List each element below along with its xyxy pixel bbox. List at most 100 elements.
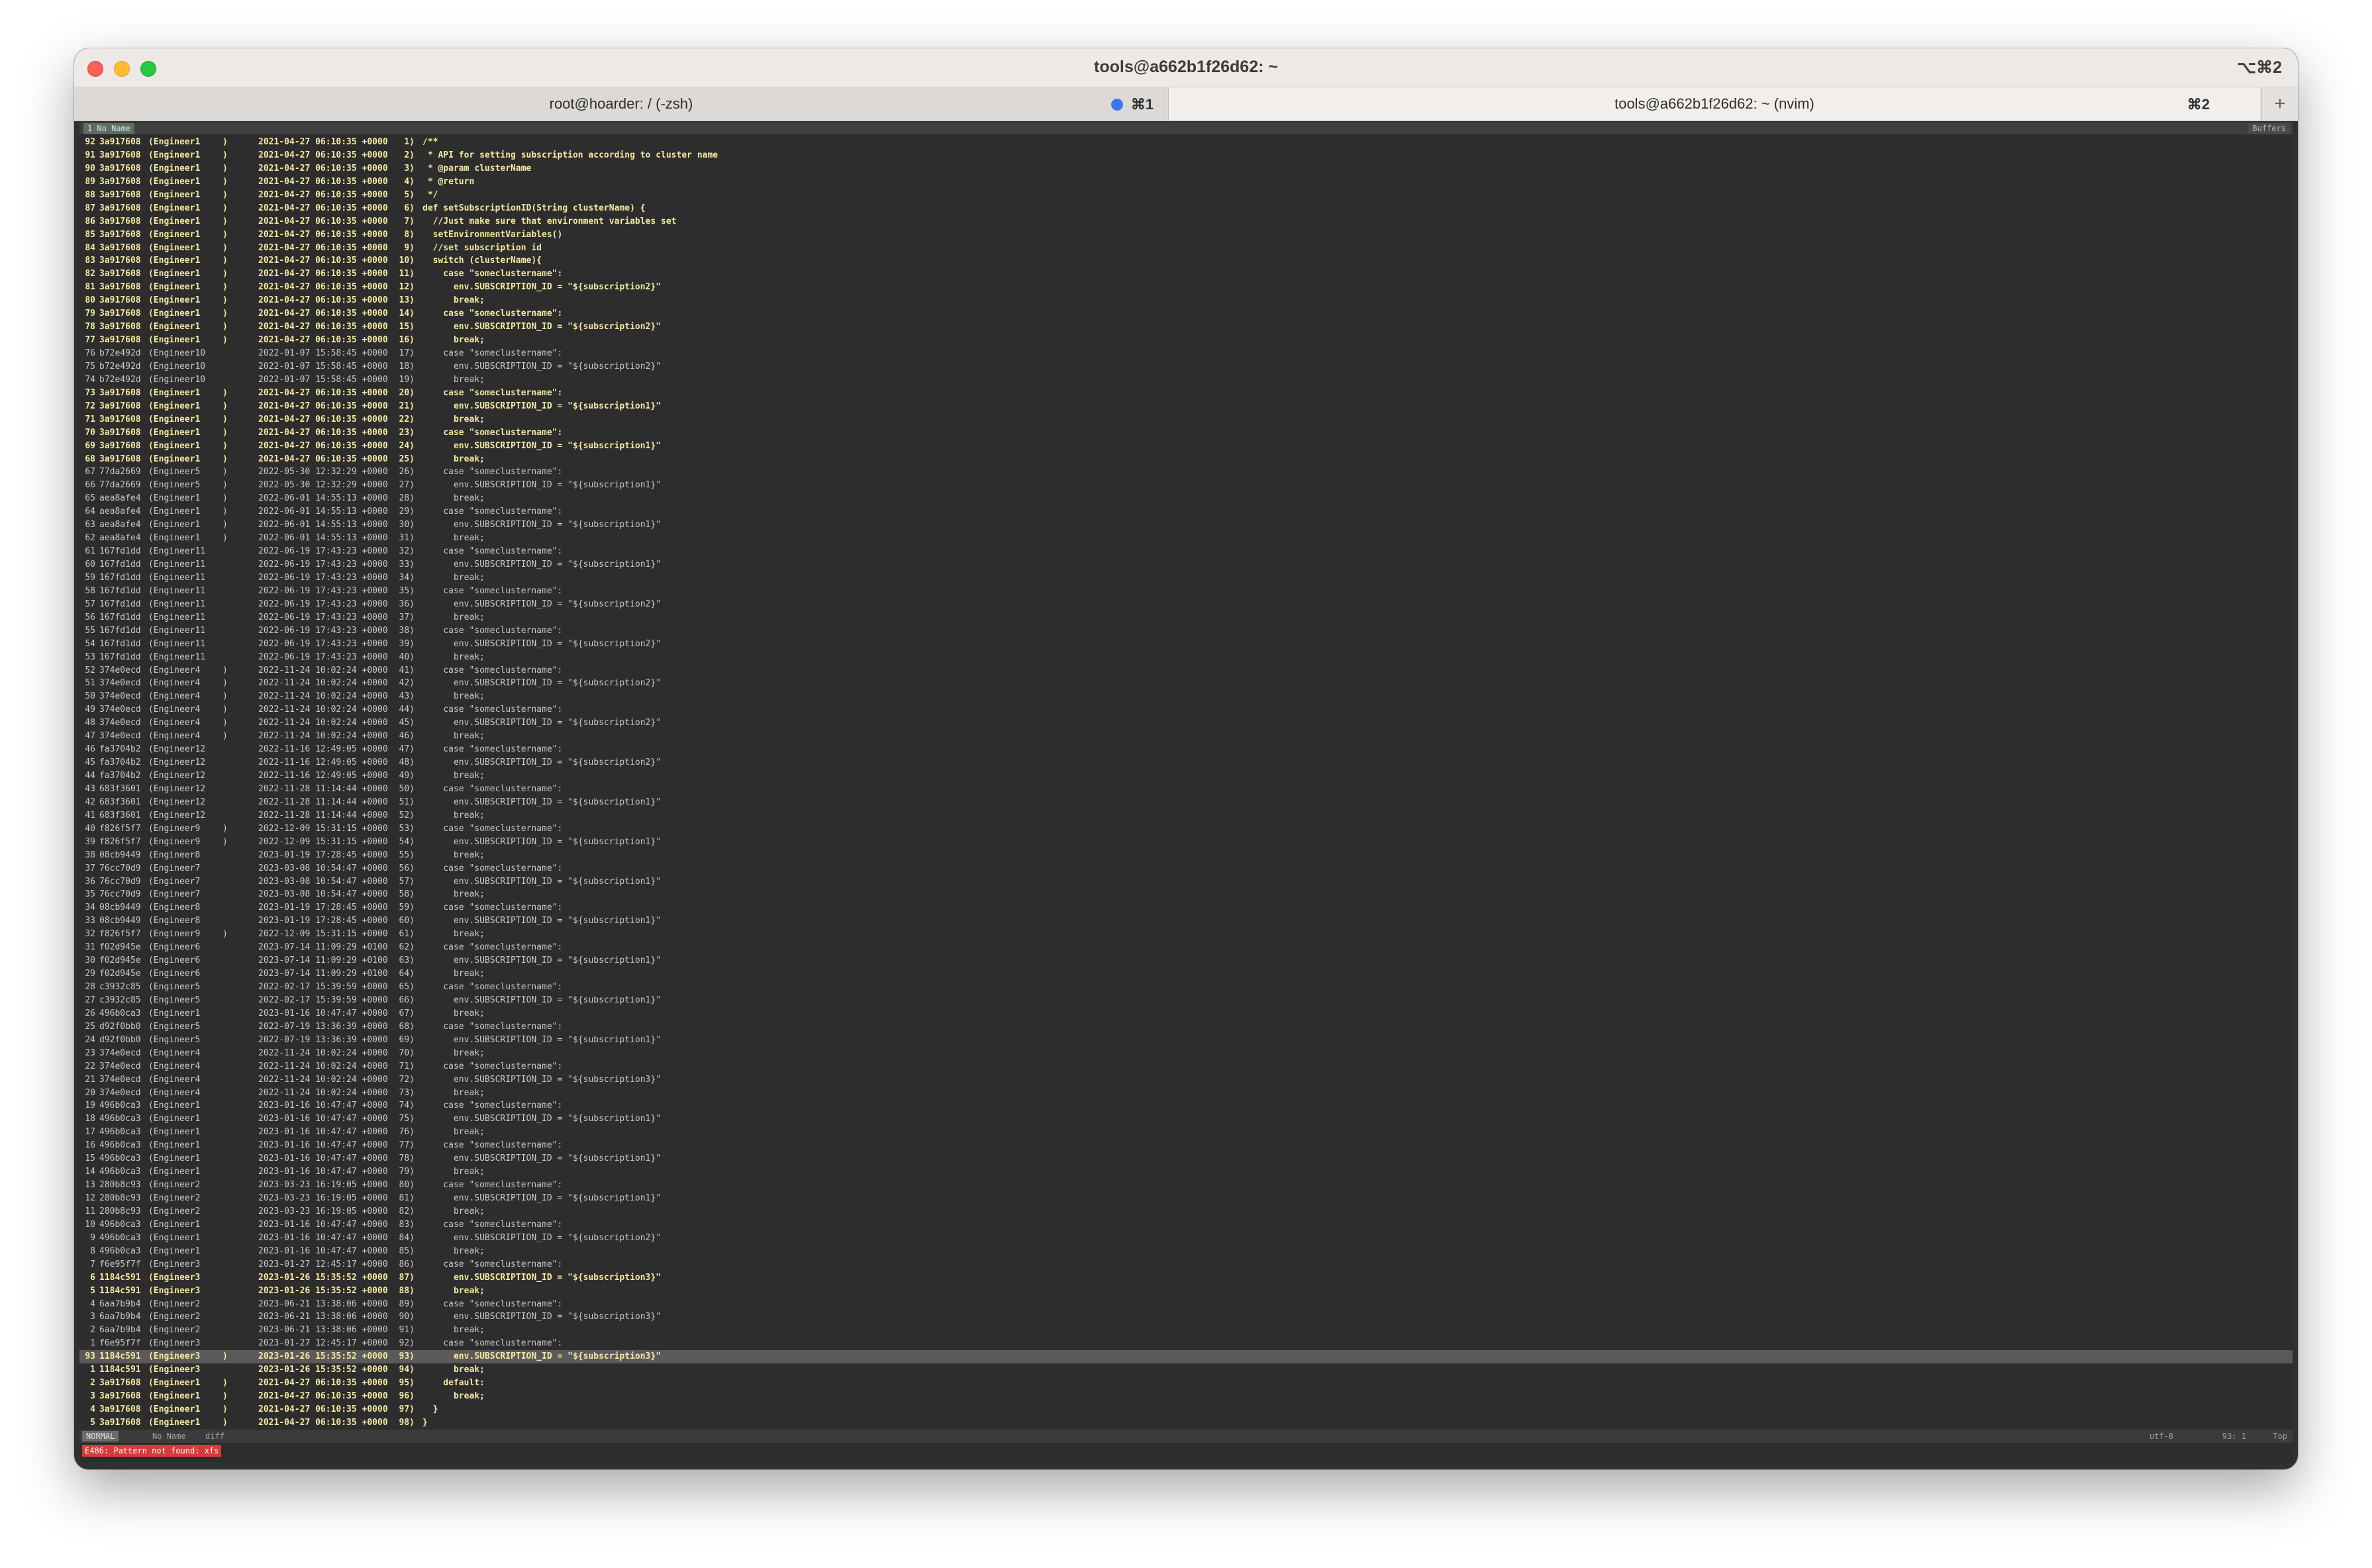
blame-line[interactable]: 55 167fd1dd (Engineer11 2022-06-19 17:43:23…	[79, 624, 2293, 638]
tab-nvim[interactable]: tools@a662b1f26d62: ~ (nvim) ⌘2	[1169, 87, 2260, 121]
blame-line[interactable]: 44 fa3704b2 (Engineer12 2022-11-16 12:49:05…	[79, 769, 2293, 783]
blame-line[interactable]: 6 1184c591 (Engineer3 2023-01-26 15:35:52 +…	[79, 1271, 2293, 1285]
vim-command-line[interactable]: E486: Pattern not found: xfs	[79, 1444, 2293, 1457]
blame-line[interactable]: 54 167fd1dd (Engineer11 2022-06-19 17:43:23…	[79, 638, 2293, 651]
blame-line[interactable]: 61 167fd1dd (Engineer11 2022-06-19 17:43:23…	[79, 545, 2293, 558]
blame-line[interactable]: 72 3a917608 (Engineer1) 2021-04-27 06:10:35…	[79, 400, 2293, 413]
blame-line[interactable]: 92 3a917608 (Engineer1) 2021-04-27 06:10:35…	[79, 136, 2293, 149]
blame-line[interactable]: 25 d92f0bb0 (Engineer5 2022-07-19 13:36:39 …	[79, 1020, 2293, 1034]
terminal-content[interactable]: 1 No Name Buffers 92 3a917608 (Engineer1) 2…	[79, 122, 2293, 1463]
blame-line[interactable]: 1 f6e95f7f (Engineer3 2023-01-27 12:45:17 +…	[79, 1337, 2293, 1350]
blame-line[interactable]: 69 3a917608 (Engineer1) 2021-04-27 06:10:35…	[79, 440, 2293, 453]
blame-line[interactable]: 30 f02d945e (Engineer6 2023-07-14 11:09:29 …	[79, 954, 2293, 967]
blame-line[interactable]: 75 b72e492d (Engineer10 2022-01-07 15:58:45…	[79, 360, 2293, 373]
blame-line[interactable]: 18 496b0ca3 (Engineer1 2023-01-16 10:47:47 …	[79, 1112, 2293, 1126]
blame-line[interactable]: 81 3a917608 (Engineer1) 2021-04-27 06:10:35…	[79, 281, 2293, 294]
blame-line[interactable]: 64 aea8afe4 (Engineer1) 2022-06-01 14:55:13…	[79, 505, 2293, 518]
blame-line[interactable]: 83 3a917608 (Engineer1) 2021-04-27 06:10:35…	[79, 254, 2293, 268]
blame-line[interactable]: 59 167fd1dd (Engineer11 2022-06-19 17:43:23…	[79, 571, 2293, 585]
blame-line[interactable]: 89 3a917608 (Engineer1) 2021-04-27 06:10:35…	[79, 175, 2293, 189]
blame-line[interactable]: 60 167fd1dd (Engineer11 2022-06-19 17:43:23…	[79, 558, 2293, 571]
blame-line-current[interactable]: 93 1184c591 (Engineer3) 2023-01-26 15:35:52…	[79, 1350, 2293, 1364]
blame-line[interactable]: 52 374e0ecd (Engineer4) 2022-11-24 10:02:24…	[79, 664, 2293, 677]
blame-line[interactable]: 4 3a917608 (Engineer1) 2021-04-27 06:10:35 …	[79, 1403, 2293, 1416]
blame-line[interactable]: 15 496b0ca3 (Engineer1 2023-01-16 10:47:47 …	[79, 1152, 2293, 1165]
blame-line[interactable]: 9 496b0ca3 (Engineer1 2023-01-16 10:47:47 +…	[79, 1232, 2293, 1245]
blame-line[interactable]: 35 76cc70d9 (Engineer7 2023-03-08 10:54:47 …	[79, 888, 2293, 901]
blame-line[interactable]: 13 280b8c93 (Engineer2 2023-03-23 16:19:05 …	[79, 1179, 2293, 1192]
blame-line[interactable]: 7 f6e95f7f (Engineer3 2023-01-27 12:45:17 +…	[79, 1258, 2293, 1271]
blame-line[interactable]: 27 c3932c85 (Engineer5 2022-02-17 15:39:59 …	[79, 994, 2293, 1007]
blame-line[interactable]: 42 683f3601 (Engineer12 2022-11-28 11:14:44…	[79, 796, 2293, 809]
blame-line[interactable]: 28 c3932c85 (Engineer5 2022-02-17 15:39:59 …	[79, 981, 2293, 994]
blame-line[interactable]: 1 1184c591 (Engineer3 2023-01-26 15:35:52 +…	[79, 1363, 2293, 1377]
blame-line[interactable]: 24 d92f0bb0 (Engineer5 2022-07-19 13:36:39 …	[79, 1034, 2293, 1047]
blame-line[interactable]: 91 3a917608 (Engineer1) 2021-04-27 06:10:35…	[79, 149, 2293, 162]
blame-line[interactable]: 71 3a917608 (Engineer1) 2021-04-27 06:10:35…	[79, 413, 2293, 426]
blame-line[interactable]: 41 683f3601 (Engineer12 2022-11-28 11:14:44…	[79, 809, 2293, 822]
blame-line[interactable]: 31 f02d945e (Engineer6 2023-07-14 11:09:29 …	[79, 941, 2293, 954]
blame-line[interactable]: 32 f826f5f7 (Engineer9) 2022-12-09 15:31:15…	[79, 928, 2293, 941]
blame-line[interactable]: 10 496b0ca3 (Engineer1 2023-01-16 10:47:47 …	[79, 1218, 2293, 1232]
blame-line[interactable]: 21 374e0ecd (Engineer4 2022-11-24 10:02:24 …	[79, 1073, 2293, 1087]
blame-line[interactable]: 34 08cb9449 (Engineer8 2023-01-19 17:28:45 …	[79, 901, 2293, 914]
blame-line[interactable]: 5 1184c591 (Engineer3 2023-01-26 15:35:52 +…	[79, 1285, 2293, 1298]
blame-line[interactable]: 77 3a917608 (Engineer1) 2021-04-27 06:10:35…	[79, 334, 2293, 347]
blame-line[interactable]: 70 3a917608 (Engineer1) 2021-04-27 06:10:35…	[79, 426, 2293, 440]
blame-line[interactable]: 2 6aa7b9b4 (Engineer2 2023-06-21 13:38:06 +…	[79, 1324, 2293, 1337]
blame-line[interactable]: 68 3a917608 (Engineer1) 2021-04-27 06:10:35…	[79, 453, 2293, 466]
blame-line[interactable]: 22 374e0ecd (Engineer4 2022-11-24 10:02:24 …	[79, 1060, 2293, 1073]
blame-line[interactable]: 49 374e0ecd (Engineer4) 2022-11-24 10:02:24…	[79, 703, 2293, 716]
vim-buffer-tab[interactable]: 1 No Name	[83, 123, 135, 134]
blame-line[interactable]: 50 374e0ecd (Engineer4) 2022-11-24 10:02:24…	[79, 690, 2293, 703]
blame-line[interactable]: 2 3a917608 (Engineer1) 2021-04-27 06:10:35 …	[79, 1377, 2293, 1390]
blame-line[interactable]: 38 08cb9449 (Engineer8 2023-01-19 17:28:45 …	[79, 849, 2293, 862]
blame-line[interactable]: 82 3a917608 (Engineer1) 2021-04-27 06:10:35…	[79, 268, 2293, 281]
blame-line[interactable]: 23 374e0ecd (Engineer4 2022-11-24 10:02:24 …	[79, 1047, 2293, 1060]
blame-line[interactable]: 29 f02d945e (Engineer6 2023-07-14 11:09:29 …	[79, 967, 2293, 981]
blame-line[interactable]: 33 08cb9449 (Engineer8 2023-01-19 17:28:45 …	[79, 914, 2293, 928]
new-tab-button[interactable]: +	[2261, 87, 2298, 121]
blame-line[interactable]: 57 167fd1dd (Engineer11 2022-06-19 17:43:23…	[79, 598, 2293, 611]
blame-line[interactable]: 87 3a917608 (Engineer1) 2021-04-27 06:10:35…	[79, 202, 2293, 215]
blame-line[interactable]: 53 167fd1dd (Engineer11 2022-06-19 17:43:23…	[79, 651, 2293, 664]
blame-line[interactable]: 47 374e0ecd (Engineer4) 2022-11-24 10:02:24…	[79, 730, 2293, 743]
blame-line[interactable]: 17 496b0ca3 (Engineer1 2023-01-16 10:47:47 …	[79, 1126, 2293, 1139]
blame-line[interactable]: 40 f826f5f7 (Engineer9) 2022-12-09 15:31:15…	[79, 822, 2293, 836]
blame-line[interactable]: 86 3a917608 (Engineer1) 2021-04-27 06:10:35…	[79, 215, 2293, 228]
blame-line[interactable]: 12 280b8c93 (Engineer2 2023-03-23 16:19:05 …	[79, 1192, 2293, 1205]
blame-line[interactable]: 66 77da2669 (Engineer5) 2022-05-30 12:32:29…	[79, 479, 2293, 492]
blame-line[interactable]: 14 496b0ca3 (Engineer1 2023-01-16 10:47:47 …	[79, 1165, 2293, 1179]
blame-line[interactable]: 3 6aa7b9b4 (Engineer2 2023-06-21 13:38:06 +…	[79, 1310, 2293, 1324]
blame-line[interactable]: 90 3a917608 (Engineer1) 2021-04-27 06:10:35…	[79, 162, 2293, 175]
blame-line[interactable]: 67 77da2669 (Engineer5) 2022-05-30 12:32:29…	[79, 466, 2293, 479]
blame-view[interactable]: 92 3a917608 (Engineer1) 2021-04-27 06:10:35…	[79, 136, 2293, 1430]
blame-line[interactable]: 85 3a917608 (Engineer1) 2021-04-27 06:10:35…	[79, 228, 2293, 242]
blame-line[interactable]: 8 496b0ca3 (Engineer1 2023-01-16 10:47:47 +…	[79, 1245, 2293, 1258]
blame-line[interactable]: 3 3a917608 (Engineer1) 2021-04-27 06:10:35 …	[79, 1390, 2293, 1403]
blame-line[interactable]: 4 6aa7b9b4 (Engineer2 2023-06-21 13:38:06 +…	[79, 1298, 2293, 1311]
blame-line[interactable]: 48 374e0ecd (Engineer4) 2022-11-24 10:02:24…	[79, 716, 2293, 730]
blame-line[interactable]: 5 3a917608 (Engineer1) 2021-04-27 06:10:35 …	[79, 1416, 2293, 1430]
blame-line[interactable]: 39 f826f5f7 (Engineer9) 2022-12-09 15:31:15…	[79, 836, 2293, 849]
blame-line[interactable]: 65 aea8afe4 (Engineer1) 2022-06-01 14:55:13…	[79, 492, 2293, 505]
blame-line[interactable]: 46 fa3704b2 (Engineer12 2022-11-16 12:49:05…	[79, 743, 2293, 756]
blame-line[interactable]: 26 496b0ca3 (Engineer1 2023-01-16 10:47:47 …	[79, 1007, 2293, 1020]
blame-line[interactable]: 36 76cc70d9 (Engineer7 2023-03-08 10:54:47 …	[79, 875, 2293, 889]
blame-line[interactable]: 37 76cc70d9 (Engineer7 2023-03-08 10:54:47 …	[79, 862, 2293, 875]
blame-line[interactable]: 76 b72e492d (Engineer10 2022-01-07 15:58:45…	[79, 347, 2293, 360]
blame-line[interactable]: 20 374e0ecd (Engineer4 2022-11-24 10:02:24 …	[79, 1087, 2293, 1100]
blame-line[interactable]: 43 683f3601 (Engineer12 2022-11-28 11:14:44…	[79, 783, 2293, 796]
blame-line[interactable]: 84 3a917608 (Engineer1) 2021-04-27 06:10:35…	[79, 242, 2293, 255]
blame-line[interactable]: 16 496b0ca3 (Engineer1 2023-01-16 10:47:47 …	[79, 1139, 2293, 1152]
blame-line[interactable]: 80 3a917608 (Engineer1) 2021-04-27 06:10:35…	[79, 294, 2293, 307]
blame-line[interactable]: 62 aea8afe4 (Engineer1) 2022-06-01 14:55:13…	[79, 532, 2293, 545]
blame-line[interactable]: 45 fa3704b2 (Engineer12 2022-11-16 12:49:05…	[79, 756, 2293, 769]
blame-line[interactable]: 56 167fd1dd (Engineer11 2022-06-19 17:43:23…	[79, 611, 2293, 624]
blame-line[interactable]: 19 496b0ca3 (Engineer1 2023-01-16 10:47:47 …	[79, 1099, 2293, 1112]
blame-line[interactable]: 79 3a917608 (Engineer1) 2021-04-27 06:10:35…	[79, 307, 2293, 320]
blame-line[interactable]: 51 374e0ecd (Engineer4) 2022-11-24 10:02:24…	[79, 677, 2293, 690]
blame-line[interactable]: 88 3a917608 (Engineer1) 2021-04-27 06:10:35…	[79, 189, 2293, 202]
tab-zsh[interactable]: root@hoarder: / (-zsh) ⌘1	[74, 87, 1169, 121]
blame-line[interactable]: 78 3a917608 (Engineer1) 2021-04-27 06:10:35…	[79, 320, 2293, 334]
